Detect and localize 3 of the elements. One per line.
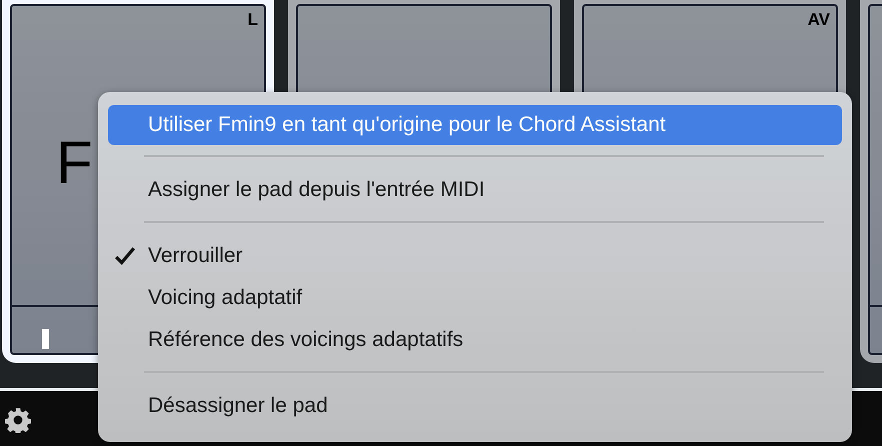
pad-label: L (248, 10, 258, 30)
pad-label: AV (808, 10, 830, 30)
chord-name: F (56, 128, 93, 197)
